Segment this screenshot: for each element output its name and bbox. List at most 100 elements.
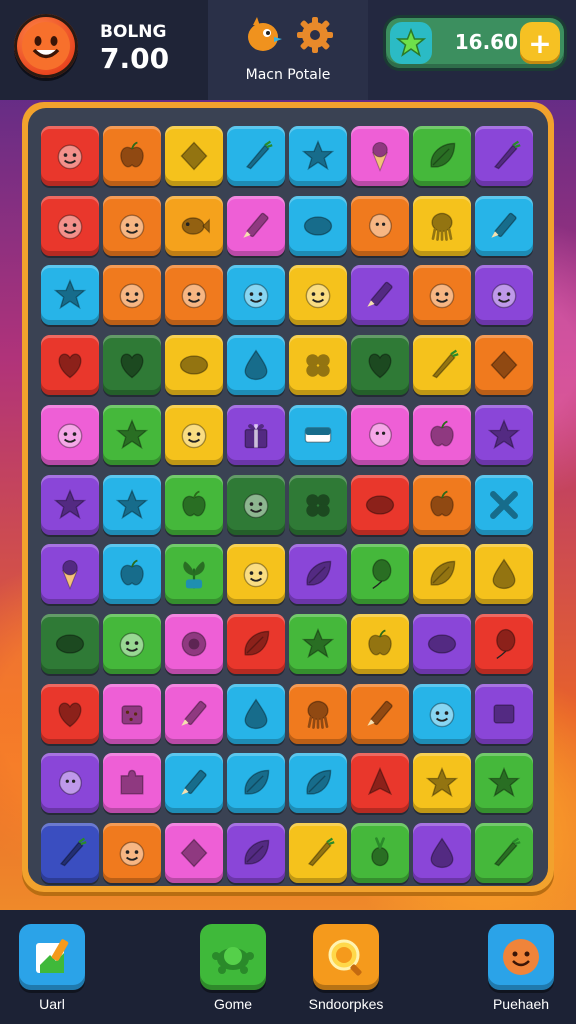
game-tile[interactable] [41, 544, 99, 605]
game-tile[interactable] [41, 474, 99, 535]
game-tile[interactable] [103, 335, 161, 396]
game-tile[interactable] [289, 474, 347, 535]
game-tile[interactable] [289, 335, 347, 396]
game-tile[interactable] [413, 265, 471, 326]
gear-icon[interactable] [294, 14, 336, 56]
game-tile[interactable] [413, 753, 471, 814]
magnifier-icon[interactable] [313, 924, 379, 990]
game-tile[interactable] [41, 613, 99, 674]
game-tile[interactable] [227, 265, 285, 326]
game-tile[interactable] [41, 404, 99, 465]
game-tile[interactable] [103, 823, 161, 883]
game-tile[interactable] [41, 823, 99, 883]
game-tile[interactable] [351, 753, 409, 814]
game-tile[interactable] [413, 195, 471, 256]
game-tile[interactable] [41, 126, 99, 186]
game-tile[interactable] [413, 683, 471, 744]
game-tile[interactable] [165, 335, 223, 396]
game-tile[interactable] [165, 195, 223, 256]
game-tile[interactable] [475, 823, 533, 883]
game-tile[interactable] [289, 126, 347, 186]
nav-item-gome[interactable]: Gome [178, 924, 288, 1020]
game-tile[interactable] [227, 683, 285, 744]
game-tile[interactable] [351, 823, 409, 883]
game-tile[interactable] [351, 474, 409, 535]
game-tile[interactable] [475, 126, 533, 186]
game-tile[interactable] [227, 404, 285, 465]
game-tile[interactable] [165, 126, 223, 186]
add-coins-button[interactable]: + [520, 22, 560, 64]
game-tile[interactable] [41, 265, 99, 326]
game-tile[interactable] [227, 613, 285, 674]
game-tile[interactable] [351, 195, 409, 256]
game-tile[interactable] [413, 823, 471, 883]
player-avatar[interactable] [14, 14, 78, 78]
game-tile[interactable] [227, 474, 285, 535]
game-tile[interactable] [165, 683, 223, 744]
game-tile[interactable] [103, 544, 161, 605]
game-tile[interactable] [103, 613, 161, 674]
game-tile[interactable] [351, 265, 409, 326]
game-tile[interactable] [289, 683, 347, 744]
game-tile[interactable] [413, 544, 471, 605]
game-tile[interactable] [413, 613, 471, 674]
game-tile[interactable] [289, 265, 347, 326]
game-tile[interactable] [165, 404, 223, 465]
game-tile[interactable] [103, 474, 161, 535]
game-tile[interactable] [41, 683, 99, 744]
face-icon[interactable] [488, 924, 554, 990]
game-tile[interactable] [475, 474, 533, 535]
game-tile[interactable] [227, 335, 285, 396]
notepad-icon[interactable] [19, 924, 85, 990]
game-tile[interactable] [103, 265, 161, 326]
game-tile[interactable] [475, 195, 533, 256]
game-tile[interactable] [289, 544, 347, 605]
turtle-icon[interactable] [200, 924, 266, 990]
game-tile[interactable] [475, 613, 533, 674]
game-tile[interactable] [289, 613, 347, 674]
game-tile[interactable] [289, 195, 347, 256]
game-tile[interactable] [475, 753, 533, 814]
game-tile[interactable] [103, 195, 161, 256]
game-tile[interactable] [227, 823, 285, 883]
game-tile[interactable] [41, 753, 99, 814]
game-tile[interactable] [413, 474, 471, 535]
game-tile[interactable] [289, 753, 347, 814]
game-tile[interactable] [475, 544, 533, 605]
game-tile[interactable] [351, 335, 409, 396]
game-tile[interactable] [227, 126, 285, 186]
game-tile[interactable] [413, 404, 471, 465]
game-tile[interactable] [475, 335, 533, 396]
game-tile[interactable] [103, 404, 161, 465]
game-tile[interactable] [103, 683, 161, 744]
game-tile[interactable] [41, 195, 99, 256]
game-tile[interactable] [475, 683, 533, 744]
game-tile[interactable] [165, 753, 223, 814]
game-tile[interactable] [227, 195, 285, 256]
game-tile[interactable] [475, 404, 533, 465]
game-tile[interactable] [289, 404, 347, 465]
bird-icon[interactable] [242, 14, 284, 56]
game-tile[interactable] [165, 265, 223, 326]
game-tile[interactable] [413, 335, 471, 396]
nav-item-sndoorpkes[interactable]: Sndoorpkes [291, 924, 401, 1020]
game-tile[interactable] [289, 823, 347, 883]
game-tile[interactable] [413, 126, 471, 186]
nav-item-uarl[interactable]: Uarl [0, 924, 107, 1020]
game-tile[interactable] [165, 544, 223, 605]
game-tile[interactable] [103, 126, 161, 186]
game-tile[interactable] [227, 544, 285, 605]
game-tile[interactable] [351, 126, 409, 186]
game-tile[interactable] [165, 474, 223, 535]
game-tile[interactable] [475, 265, 533, 326]
game-tile[interactable] [165, 823, 223, 883]
game-tile[interactable] [41, 335, 99, 396]
game-tile[interactable] [351, 613, 409, 674]
game-tile[interactable] [351, 683, 409, 744]
game-tile[interactable] [165, 613, 223, 674]
game-tile[interactable] [103, 753, 161, 814]
game-tile[interactable] [227, 753, 285, 814]
game-tile[interactable] [351, 544, 409, 605]
game-tile[interactable] [351, 404, 409, 465]
nav-item-puehaeh[interactable]: Puehaeh [466, 924, 576, 1020]
